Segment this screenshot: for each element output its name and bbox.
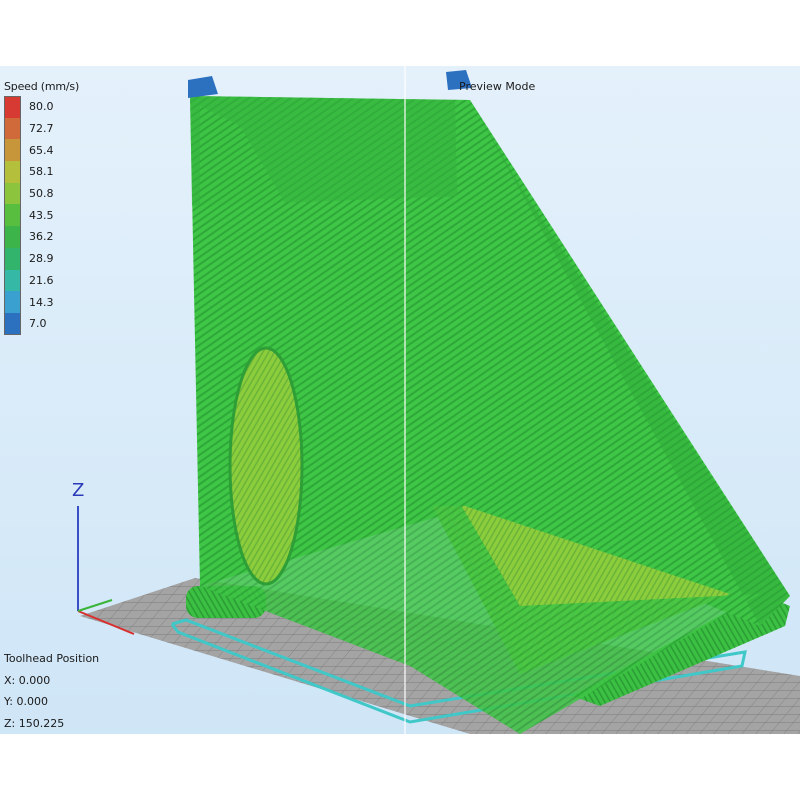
legend-value: 58.1	[29, 165, 54, 179]
toolhead-z: Z: 150.225	[4, 716, 65, 730]
legend-swatch	[4, 182, 21, 205]
legend-value: 72.7	[29, 122, 54, 136]
preview-mode-label: Preview Mode	[459, 80, 536, 93]
z-axis-label: Z	[72, 480, 84, 501]
legend-row: 43.5	[4, 204, 79, 227]
legend-row: 14.3	[4, 291, 79, 313]
3d-preview-viewport[interactable]: Z Speed (mm/s) 80.0 72.7 65.4 58.1 50.8 43.5 3…	[0, 66, 800, 734]
legend-scale: 80.0 72.7 65.4 58.1 50.8 43.5 36.2 28.9 21.6 14.3…	[4, 96, 79, 335]
legend-row: 21.6	[4, 269, 79, 292]
legend-swatch	[4, 247, 21, 270]
legend-row: 80.0	[4, 96, 79, 118]
legend-value: 28.9	[29, 252, 54, 266]
legend-row: 36.2	[4, 226, 79, 248]
legend-value: 80.0	[29, 100, 54, 114]
legend-swatch	[4, 139, 21, 162]
legend-swatch	[4, 204, 21, 227]
legend-row: 65.4	[4, 139, 79, 162]
legend-value: 14.3	[29, 295, 54, 309]
legend-swatch	[4, 226, 21, 248]
toolhead-y: Y: 0.000	[4, 695, 48, 708]
speed-legend: Speed (mm/s) 80.0 72.7 65.4 58.1 50.8 43.5 36.…	[4, 80, 79, 335]
legend-row: 7.0	[4, 312, 79, 335]
legend-value: 50.8	[29, 187, 54, 201]
toolhead-x: X: 0.000	[4, 673, 51, 687]
legend-row: 28.9	[4, 247, 79, 270]
legend-row: 50.8	[4, 182, 79, 205]
legend-value: 43.5	[29, 208, 54, 222]
legend-value: 21.6	[29, 273, 54, 287]
legend-swatch	[4, 161, 21, 183]
toolhead-position-panel: Toolhead Position X: 0.000 Y: 0.000 Z: 1…	[4, 648, 99, 734]
legend-swatch	[4, 269, 21, 292]
legend-swatch	[4, 291, 21, 313]
legend-value: 7.0	[29, 317, 47, 331]
legend-title: Speed (mm/s)	[4, 80, 80, 93]
oval-cutout	[228, 346, 304, 586]
legend-swatch	[4, 96, 21, 118]
toolhead-title: Toolhead Position	[4, 652, 100, 665]
legend-value: 65.4	[29, 143, 54, 157]
top-tip-left	[188, 76, 218, 98]
legend-swatch	[4, 117, 21, 140]
model-preview-scene[interactable]: Z	[0, 66, 800, 734]
legend-row: 72.7	[4, 117, 79, 140]
legend-value: 36.2	[29, 230, 54, 244]
legend-row: 58.1	[4, 161, 79, 183]
legend-swatch	[4, 312, 21, 335]
